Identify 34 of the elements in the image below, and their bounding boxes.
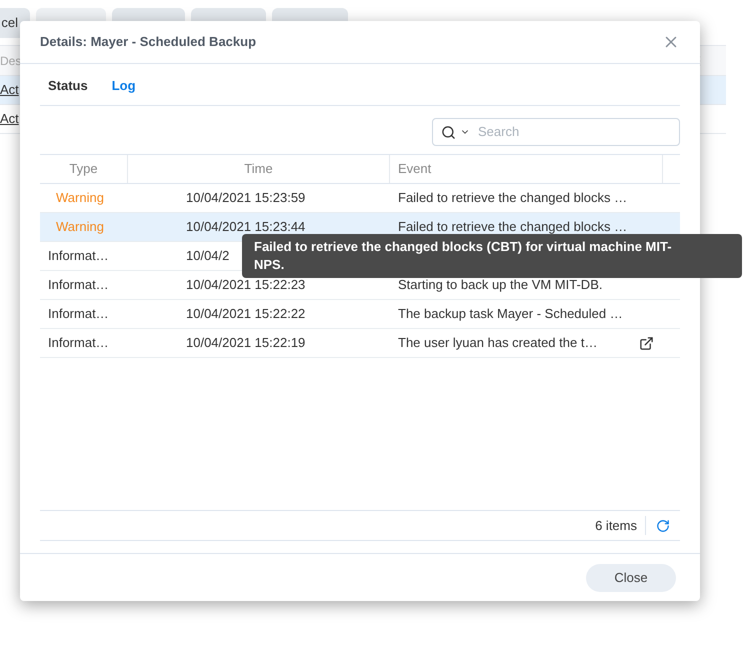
column-header[interactable]: Event <box>390 155 663 183</box>
external-link-icon[interactable] <box>639 336 654 350</box>
table-cell: 10/04/2021 15:23:59 <box>186 190 306 206</box>
table-cell-text: The backup task Mayer - Scheduled … <box>397 305 623 324</box>
search-icon[interactable] <box>441 124 456 140</box>
table-cell-text: Informat… <box>47 334 110 352</box>
column-header: Des <box>0 52 22 70</box>
table-cell-text: The user lyuan has created the t… <box>397 334 598 352</box>
search-field[interactable]: Search <box>432 118 680 146</box>
item-count: 6 items <box>595 516 646 536</box>
table-cell: 10/04/2021 15:22:19 <box>186 335 306 350</box>
table-cell: 10/04/2021 15:22:22 <box>186 306 306 322</box>
table-cell-text: Informat… <box>47 276 110 294</box>
table-cell: 10/04/2 <box>186 248 230 264</box>
table-cell: 10/04/2021 15:23:44 <box>186 219 306 234</box>
column-header[interactable]: Time <box>128 155 390 183</box>
dialog-title: Details: Mayer - Scheduled Backup <box>40 33 256 52</box>
tab[interactable]: Status <box>48 76 88 95</box>
tooltip: Failed to retrieve the changed blocks (CBT) for virtual machine MIT-NPS. <box>242 234 742 278</box>
tab[interactable]: Log <box>112 76 136 95</box>
table-cell-text: Warning <box>55 218 105 236</box>
refresh-icon[interactable] <box>656 518 670 532</box>
search-input[interactable]: Search <box>478 122 671 142</box>
action-link[interactable]: Act <box>0 109 19 129</box>
close-button[interactable]: Close <box>586 564 676 592</box>
table-cell-text: Warning <box>55 189 105 208</box>
table-cell-text: Informat… <box>47 247 110 266</box>
action-link[interactable]: Act <box>0 80 19 100</box>
table-cell-text: Failed to retrieve the changed blocks … <box>397 189 628 208</box>
table-cell-text: Failed to retrieve the changed blocks … <box>397 218 628 236</box>
table-cell-text: Starting to back up the VM MIT-DB. <box>397 276 602 294</box>
column-header[interactable]: Type <box>40 155 128 183</box>
table-cell: 10/04/2021 15:22:23 <box>186 277 306 292</box>
table-cell-text: Informat… <box>47 305 110 324</box>
